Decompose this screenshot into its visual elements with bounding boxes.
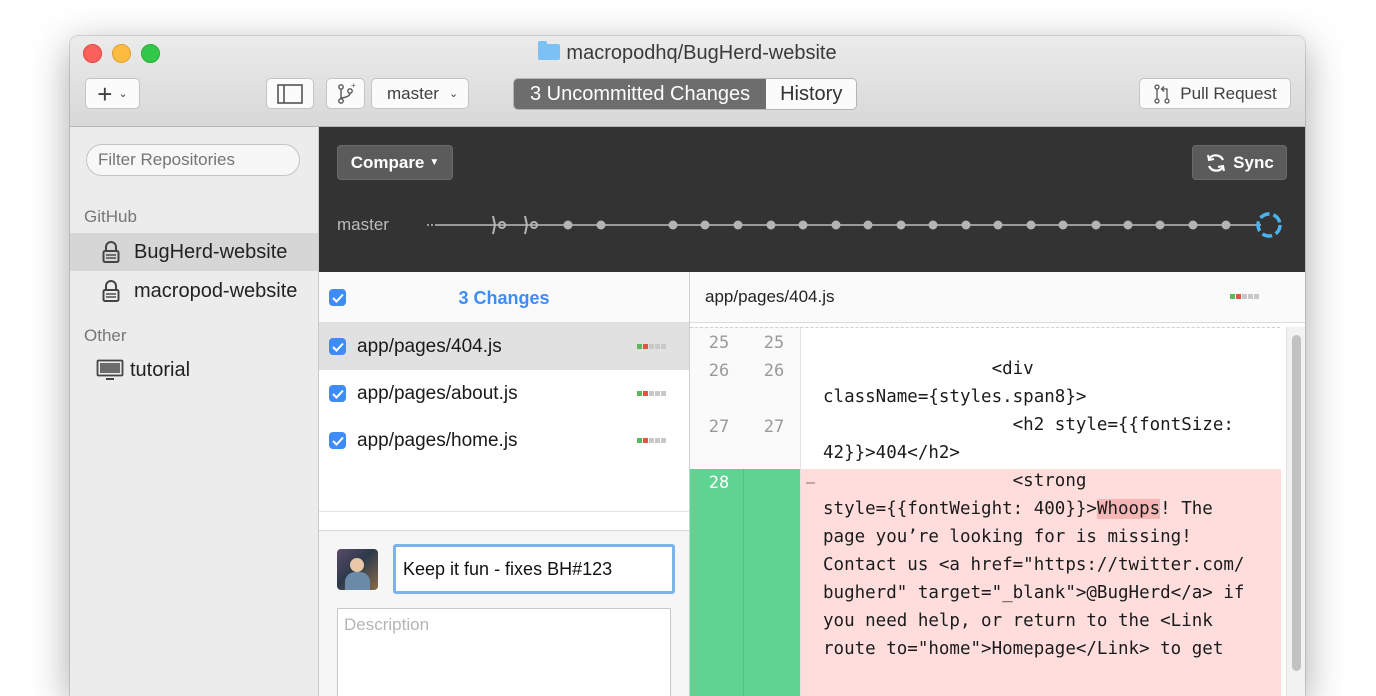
add-label: + xyxy=(97,78,113,109)
filter-repositories-input[interactable] xyxy=(86,144,300,176)
pull-request-label: Pull Request xyxy=(1180,83,1277,103)
old-line-number: 28 xyxy=(708,473,730,493)
removed-line-gutter xyxy=(690,469,800,696)
diff-header: app/pages/404.js xyxy=(690,272,1305,323)
commit-summary-input[interactable] xyxy=(393,544,675,594)
section-other-title: Other xyxy=(84,326,127,345)
sync-icon xyxy=(1207,153,1226,172)
chevron-down-icon: ⌄ xyxy=(448,88,459,100)
monitor-icon xyxy=(96,359,124,381)
code-line: <h2 style={{fontSize: xyxy=(823,415,1234,435)
code-line: <div xyxy=(823,359,1034,379)
code-line: you need help, or return to the <Link xyxy=(823,611,1213,631)
diffstat-indicator xyxy=(637,438,666,443)
code-line: 42}}>404</h2> xyxy=(823,443,960,463)
caret-down-icon: ▼ xyxy=(429,157,440,168)
sync-button[interactable]: Sync xyxy=(1192,145,1287,180)
code-line: <strong xyxy=(823,471,1087,491)
section-github-title: GitHub xyxy=(84,207,137,226)
description-placeholder: Description xyxy=(344,615,430,634)
commit-description-input[interactable]: Description xyxy=(337,608,671,696)
old-line-number: 27 xyxy=(708,417,730,437)
removed-line-marker: – xyxy=(806,473,816,491)
main-panel: Compare ▼ Sync master 3 Changes app/page… xyxy=(319,127,1305,696)
timeline-branch-label: master xyxy=(337,215,389,234)
changes-count-title: 3 Changes xyxy=(458,288,550,308)
add-repository-button[interactable]: + ⌄ xyxy=(85,78,140,109)
changed-file-row[interactable]: app/pages/about.js xyxy=(319,370,689,418)
repository-sidebar: GitHub BugHerd-website macropod-website … xyxy=(70,127,319,696)
checkmark-icon xyxy=(331,436,344,446)
diff-code-view[interactable]: 25 25 26 26 27 27 28 – <div className={s… xyxy=(690,327,1281,696)
chevron-down-icon: ⌄ xyxy=(118,88,128,100)
checkmark-icon xyxy=(331,342,344,352)
diffstat-indicator xyxy=(1230,294,1259,299)
toggle-sidebar-button[interactable] xyxy=(266,78,314,109)
new-line-number: 25 xyxy=(763,333,785,353)
changes-header: 3 Changes xyxy=(319,272,689,323)
pull-request-icon xyxy=(1154,83,1170,104)
create-branch-button[interactable]: + xyxy=(326,78,365,109)
sidebar-item-tutorial[interactable]: tutorial xyxy=(70,351,318,389)
title-bar: macropodhq/BugHerd-website + ⌄ + master … xyxy=(70,36,1305,127)
code-line: route to="home">Homepage</Link> to get xyxy=(823,639,1224,659)
code-line: className={styles.span8}> xyxy=(823,387,1087,407)
old-line-number: 26 xyxy=(708,361,730,381)
app-window: macropodhq/BugHerd-website + ⌄ + master … xyxy=(70,36,1305,696)
compare-label: Compare xyxy=(350,152,425,172)
branch-name: master xyxy=(387,83,439,103)
diffstat-indicator xyxy=(637,391,666,396)
user-avatar xyxy=(337,549,378,590)
changed-file-row[interactable]: app/pages/404.js xyxy=(319,323,689,371)
sidebar-item-bugherd-website[interactable]: BugHerd-website xyxy=(70,233,318,271)
commit-timeline xyxy=(425,212,1282,238)
code-line: bugherd" target="_blank">@BugHerd</a> if xyxy=(823,583,1245,603)
code-line: style={{fontWeight: 400}}>Whoops! The xyxy=(823,495,1213,523)
pull-request-button[interactable]: Pull Request xyxy=(1139,78,1291,109)
hunk-separator xyxy=(690,327,1281,331)
lock-icon xyxy=(100,241,122,263)
branch-icon: + xyxy=(337,83,356,104)
window-title-text: macropodhq/BugHerd-website xyxy=(566,42,837,64)
file-name: app/pages/home.js xyxy=(357,429,518,451)
new-line-number: 27 xyxy=(763,417,785,437)
diff-file-path: app/pages/404.js xyxy=(705,287,835,306)
file-checkbox[interactable] xyxy=(329,338,346,355)
gutter-divider xyxy=(743,469,744,696)
branch-selector[interactable]: master ⌄ xyxy=(371,78,469,109)
repo-label: macropod-website xyxy=(134,279,298,302)
folder-icon xyxy=(538,41,561,60)
diffstat-indicator xyxy=(637,344,666,349)
checkmark-icon xyxy=(331,389,344,399)
sync-label: Sync xyxy=(1233,152,1274,172)
code-line: Contact us <a href="https://twitter.com/ xyxy=(823,555,1245,575)
code-line: page you’re looking for is missing! xyxy=(823,527,1192,547)
commit-area: Description xyxy=(319,530,689,696)
view-switcher: 3 Uncommitted Changes History xyxy=(513,78,858,110)
new-line-number: 26 xyxy=(763,361,785,381)
file-name: app/pages/about.js xyxy=(357,382,518,404)
scrollbar-thumb[interactable] xyxy=(1292,335,1301,671)
old-line-number: 25 xyxy=(708,333,730,353)
lock-icon xyxy=(100,280,122,302)
empty-file-row xyxy=(319,464,689,512)
code-fragment: style={{fontWeight: 400}}> xyxy=(823,499,1097,519)
repo-label: BugHerd-website xyxy=(134,240,288,263)
code-fragment: ! The xyxy=(1160,499,1213,519)
svg-text:+: + xyxy=(351,83,356,90)
repo-label: tutorial xyxy=(130,358,191,381)
window-title: macropodhq/BugHerd-website xyxy=(70,41,1305,65)
compare-button[interactable]: Compare ▼ xyxy=(337,145,453,180)
tab-history[interactable]: History xyxy=(766,79,857,109)
sidebar-item-macropod-website[interactable]: macropod-website xyxy=(70,272,318,310)
sidebar-icon xyxy=(277,83,303,104)
tab-uncommitted-changes[interactable]: 3 Uncommitted Changes xyxy=(514,79,767,109)
file-name: app/pages/404.js xyxy=(357,335,502,357)
file-checkbox[interactable] xyxy=(329,385,346,402)
diff-scrollbar[interactable] xyxy=(1286,327,1305,696)
changed-file-row[interactable]: app/pages/home.js xyxy=(319,417,689,465)
file-checkbox[interactable] xyxy=(329,432,346,449)
branch-header: Compare ▼ Sync master xyxy=(319,127,1305,272)
highlighted-change: Whoops xyxy=(1096,499,1161,519)
